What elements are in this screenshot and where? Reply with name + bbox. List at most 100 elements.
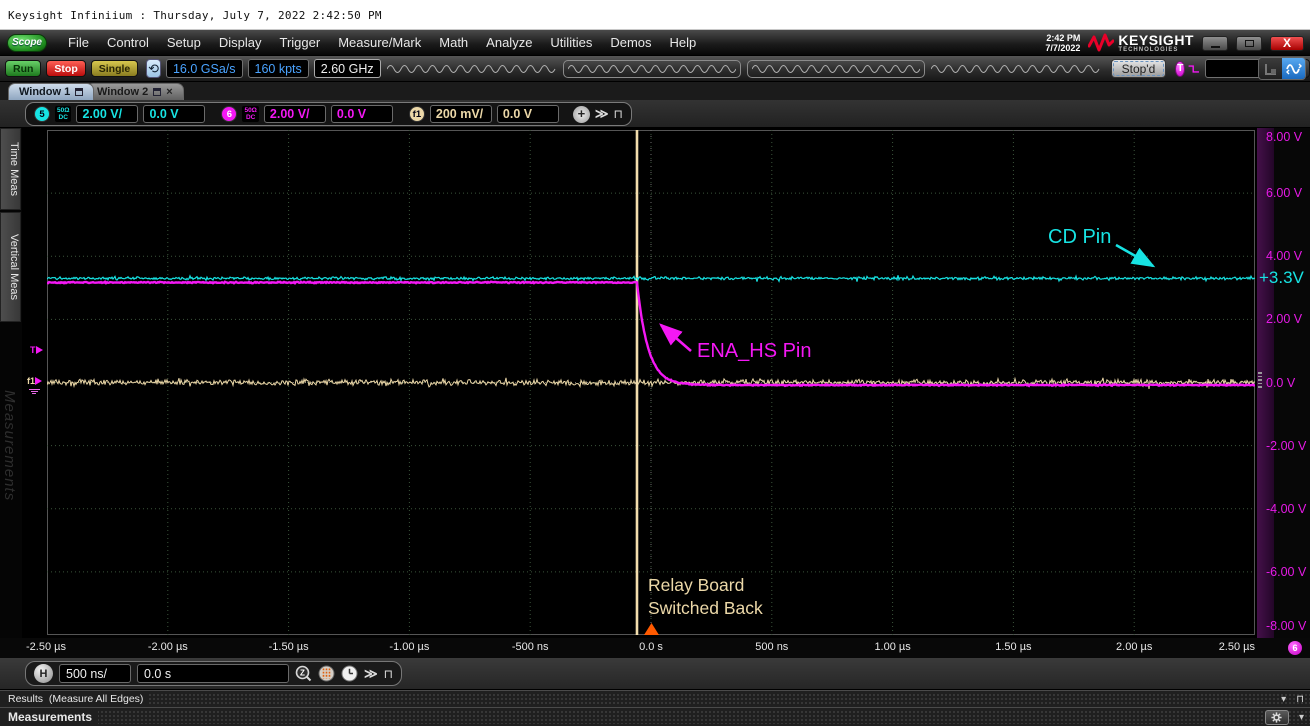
menu-bar: Scope FileControlSetupDisplayTriggerMeas… bbox=[0, 30, 1310, 56]
toolbar-wave-panel bbox=[563, 60, 741, 78]
results-bar[interactable]: Results (Measure All Edges) ▾ ⊓ bbox=[0, 690, 1310, 707]
timebase-position-field[interactable]: 0.0 s bbox=[137, 664, 289, 683]
menu-item-setup[interactable]: Setup bbox=[158, 32, 210, 53]
oscilloscope-graticule[interactable]: CD Pin ENA_HS Pin Relay Board Switched B… bbox=[47, 130, 1255, 635]
waveform-display-region[interactable]: T f1 CD Pin ENA_HS Pin Relay Board Switc… bbox=[22, 128, 1257, 638]
level-3v3-label: +3.3V bbox=[1259, 268, 1304, 288]
x-axis-label: -1.00 µs bbox=[389, 641, 429, 653]
stop-button[interactable]: Stop bbox=[46, 60, 85, 77]
toolbar-wave-separator bbox=[387, 63, 557, 75]
brand-name: KEYSIGHT bbox=[1118, 34, 1194, 47]
measurements-bar[interactable]: Measurements ▾ bbox=[0, 707, 1310, 726]
menu-item-control[interactable]: Control bbox=[98, 32, 158, 53]
channel-5-badge[interactable]: 5 bbox=[34, 106, 50, 122]
acquisition-toolbar: Run Stop Single ⟲ 16.0 GSa/s 160 kpts 2.… bbox=[0, 56, 1310, 82]
annotation-ena-hs-pin[interactable]: ENA_HS Pin bbox=[697, 340, 812, 362]
horizontal-badge[interactable]: H bbox=[34, 664, 53, 683]
clock-date: 7/7/2022 bbox=[1045, 43, 1080, 53]
pin-icon[interactable]: ⊓ bbox=[614, 107, 623, 121]
trigger-level-field[interactable]: 1.000 V bbox=[1205, 59, 1262, 78]
f1-marker-label: f1 bbox=[27, 376, 35, 386]
x-axis-label: -2.50 µs bbox=[26, 641, 66, 653]
x-axis-label: -1.50 µs bbox=[269, 641, 309, 653]
menu-item-display[interactable]: Display bbox=[210, 32, 271, 53]
tab-window-2-label: Window 2 bbox=[97, 86, 148, 98]
window-titlebar[interactable]: Keysight Infiniium : Thursday, July 7, 2… bbox=[0, 0, 1310, 30]
trigger-time-marker-icon[interactable] bbox=[644, 623, 659, 635]
pin-icon[interactable] bbox=[153, 88, 161, 96]
menu-item-math[interactable]: Math bbox=[430, 32, 477, 53]
single-button[interactable]: Single bbox=[91, 60, 139, 77]
annotation-cd-pin[interactable]: CD Pin bbox=[1048, 226, 1111, 248]
menu-item-file[interactable]: File bbox=[59, 32, 98, 53]
trigger-position-icon[interactable] bbox=[318, 665, 335, 682]
x-axis-label: 1.50 µs bbox=[995, 641, 1031, 653]
curved-arrow-button[interactable]: ⟲ bbox=[146, 59, 161, 78]
menu-item-analyze[interactable]: Analyze bbox=[477, 32, 541, 53]
channel-6-axis-badge[interactable]: 6 bbox=[1288, 641, 1302, 655]
channel-5-scale-field[interactable]: 2.00 V/ bbox=[76, 105, 138, 123]
tab-window-1[interactable]: Window 1 bbox=[8, 83, 94, 100]
pin-icon[interactable]: ⊓ bbox=[384, 667, 393, 681]
clock: 2:42 PM 7/7/2022 bbox=[1045, 33, 1080, 53]
expand-chevron-icon[interactable]: ≫ bbox=[595, 106, 609, 122]
x-axis-label: 0.0 s bbox=[639, 641, 663, 653]
zoom-icon[interactable]: Z bbox=[295, 665, 312, 682]
close-tab-icon[interactable]: × bbox=[166, 87, 172, 97]
bandwidth-field[interactable]: 2.60 GHz bbox=[314, 59, 381, 78]
close-button[interactable]: X bbox=[1270, 36, 1304, 51]
sidebar-tab-vertical-meas[interactable]: Vertical Meas bbox=[0, 212, 21, 322]
collapse-arrow-icon[interactable]: ▾ bbox=[1299, 712, 1304, 723]
channel-6-scale-field[interactable]: 2.00 V/ bbox=[264, 105, 326, 123]
channel-6-coupling-badge[interactable]: 50Ω DC bbox=[242, 106, 258, 122]
f1-scale-field[interactable]: 200 mV/ bbox=[430, 105, 492, 123]
horizontal-axis-row: -2.50 µs-2.00 µs-1.50 µs-1.00 µs-500 ns0… bbox=[0, 638, 1310, 658]
zoom-mode-button[interactable] bbox=[1259, 58, 1282, 79]
axis-scrollbar-grip[interactable] bbox=[1258, 372, 1262, 394]
minimize-icon bbox=[1211, 46, 1220, 48]
f1-offset-field[interactable]: 0.0 V bbox=[497, 105, 559, 123]
x-axis-label: -500 ns bbox=[512, 641, 549, 653]
measurements-watermark: Measurements bbox=[1, 390, 18, 501]
add-channel-button[interactable]: + bbox=[573, 106, 590, 123]
annotation-relay-line2[interactable]: Switched Back bbox=[648, 598, 763, 618]
channel-5-offset-field[interactable]: 0.0 V bbox=[143, 105, 205, 123]
impedance-label: 50Ω bbox=[57, 107, 69, 114]
tab-window-2[interactable]: Window 2 × bbox=[86, 83, 184, 100]
trigger-level-marker[interactable]: T bbox=[30, 345, 43, 355]
gear-button[interactable] bbox=[1265, 710, 1289, 725]
f1-ground-marker[interactable]: f1 bbox=[27, 376, 42, 386]
channel-6-offset-field[interactable]: 0.0 V bbox=[331, 105, 393, 123]
scope-menu-button[interactable]: Scope bbox=[7, 34, 47, 52]
trigger-level-arrow-icon bbox=[36, 346, 43, 354]
menu-item-help[interactable]: Help bbox=[661, 32, 706, 53]
pin-icon[interactable]: ⊓ bbox=[1296, 694, 1304, 705]
sidebar-tab-time-meas[interactable]: Time Meas bbox=[0, 128, 21, 210]
falling-edge-icon[interactable] bbox=[1188, 61, 1200, 77]
waveform-drag-mode-button[interactable] bbox=[1282, 58, 1305, 79]
run-button[interactable]: Run bbox=[5, 60, 41, 77]
channel-6-badge[interactable]: 6 bbox=[221, 106, 237, 122]
keysight-logo: KEYSIGHT TECHNOLOGIES bbox=[1088, 33, 1194, 53]
vertical-axis-strip[interactable]: 8.00 V6.00 V4.00 V2.00 V0.0 V-2.00 V-4.0… bbox=[1257, 128, 1310, 638]
sample-rate-field[interactable]: 16.0 GSa/s bbox=[166, 59, 243, 78]
acquisition-status-button[interactable]: Stop'd bbox=[1111, 59, 1167, 78]
memory-depth-field[interactable]: 160 kpts bbox=[248, 59, 309, 78]
trigger-source-badge[interactable]: T bbox=[1175, 61, 1185, 77]
menu-item-measure-mark[interactable]: Measure/Mark bbox=[329, 32, 430, 53]
waveform-touch-icon bbox=[1286, 62, 1302, 76]
expand-chevron-icon[interactable]: ≫ bbox=[364, 666, 378, 682]
menu-item-trigger[interactable]: Trigger bbox=[270, 32, 329, 53]
collapse-arrow-icon[interactable]: ▾ bbox=[1281, 694, 1286, 705]
channel-5-coupling-badge[interactable]: 50Ω DC bbox=[55, 106, 71, 122]
minimize-button[interactable] bbox=[1202, 36, 1228, 51]
clock-icon[interactable] bbox=[341, 665, 358, 682]
menu-item-utilities[interactable]: Utilities bbox=[541, 32, 601, 53]
timebase-scale-field[interactable]: 500 ns/ bbox=[59, 664, 131, 683]
pin-icon[interactable] bbox=[75, 88, 83, 96]
maximize-button[interactable] bbox=[1236, 36, 1262, 51]
annotation-relay-line1[interactable]: Relay Board bbox=[648, 575, 744, 595]
y-axis-label: 2.00 V bbox=[1266, 312, 1302, 326]
f1-badge[interactable]: f1 bbox=[409, 106, 425, 122]
menu-item-demos[interactable]: Demos bbox=[601, 32, 660, 53]
